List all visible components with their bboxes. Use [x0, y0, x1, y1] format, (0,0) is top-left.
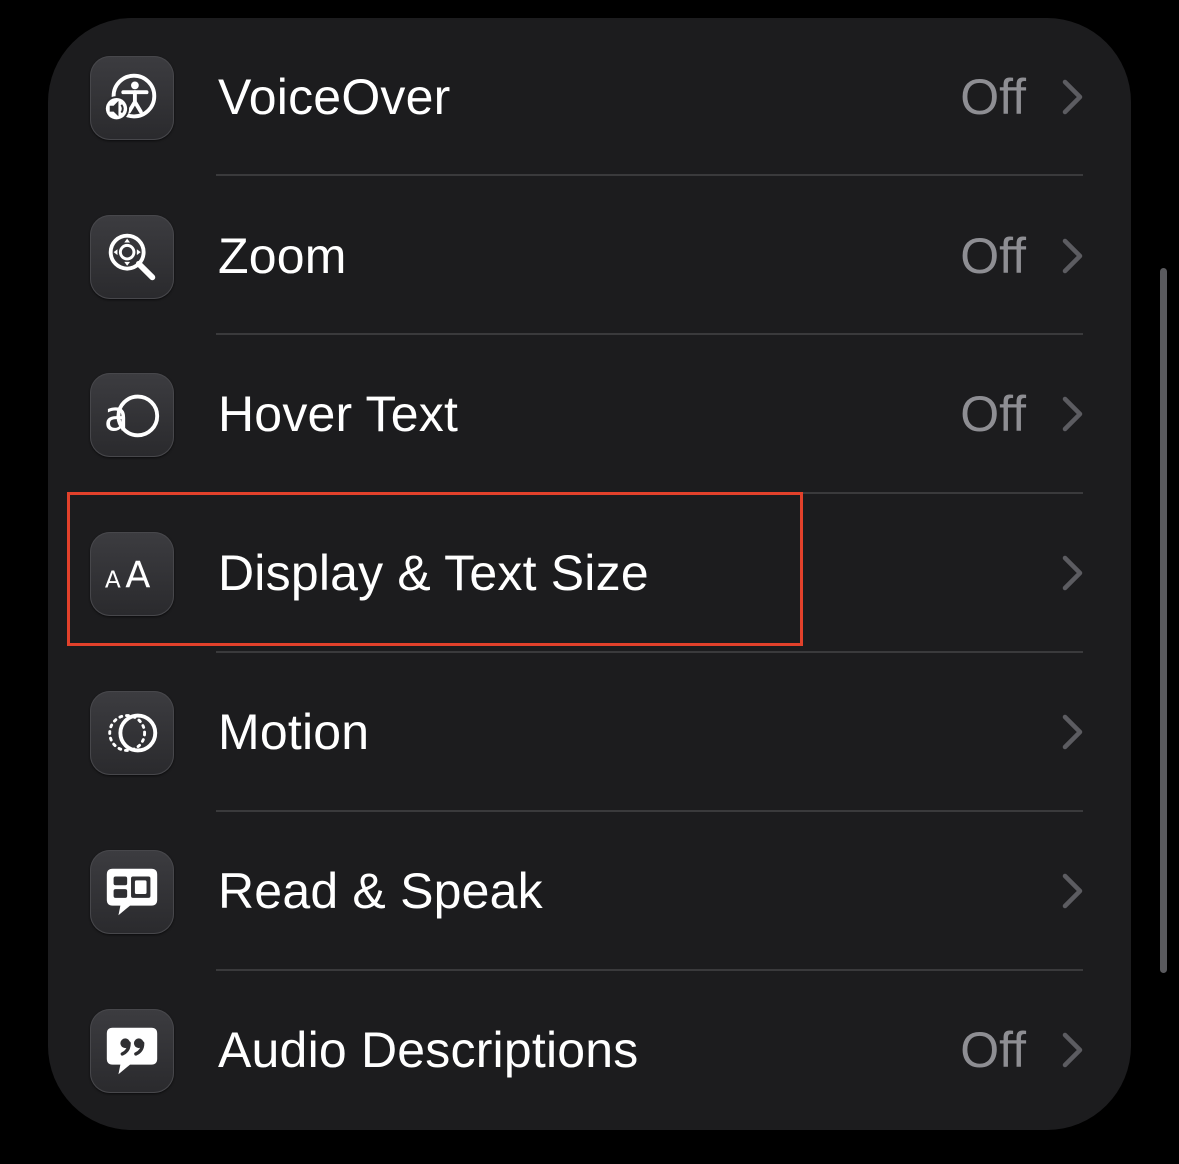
- row-separator: [216, 174, 1083, 176]
- voiceover-icon: [90, 56, 174, 140]
- voiceover-value: Off: [960, 69, 1026, 125]
- accessibility-settings-group: VoiceOver Off Zoom Off a Hover Text Off …: [48, 18, 1131, 1130]
- row-motion[interactable]: Motion: [48, 653, 1131, 811]
- chevron-right-icon: [1062, 79, 1083, 115]
- audio-descriptions-value: Off: [960, 1022, 1026, 1078]
- hover-text-icon: a: [90, 373, 174, 457]
- chevron-right-icon: [1062, 1032, 1083, 1068]
- audio-descriptions-label: Audio Descriptions: [218, 1022, 639, 1078]
- row-hover-text[interactable]: a Hover Text Off: [48, 335, 1131, 493]
- row-voiceover[interactable]: VoiceOver Off: [48, 18, 1131, 176]
- audio-descriptions-icon: [90, 1009, 174, 1093]
- row-audio-descriptions[interactable]: Audio Descriptions Off: [48, 971, 1131, 1129]
- chevron-right-icon: [1062, 555, 1083, 591]
- scrollbar[interactable]: [1160, 268, 1167, 973]
- hover-text-label: Hover Text: [218, 386, 459, 442]
- chevron-right-icon: [1062, 238, 1083, 274]
- svg-text:A: A: [125, 554, 150, 597]
- row-display-text-size[interactable]: A A Display & Text Size: [48, 494, 1131, 652]
- hover-text-value: Off: [960, 386, 1026, 442]
- zoom-icon: [90, 215, 174, 299]
- read-speak-label: Read & Speak: [218, 863, 543, 919]
- read-speak-icon: [90, 850, 174, 934]
- zoom-label: Zoom: [218, 228, 347, 284]
- motion-icon: [90, 691, 174, 775]
- chevron-right-icon: [1062, 714, 1083, 750]
- svg-text:a: a: [104, 393, 129, 441]
- chevron-right-icon: [1062, 396, 1083, 432]
- voiceover-label: VoiceOver: [218, 69, 451, 125]
- row-read-speak[interactable]: Read & Speak: [48, 812, 1131, 970]
- display-text-size-label: Display & Text Size: [218, 545, 649, 601]
- zoom-value: Off: [960, 228, 1026, 284]
- row-zoom[interactable]: Zoom Off: [48, 177, 1131, 335]
- chevron-right-icon: [1062, 873, 1083, 909]
- display-text-size-icon: A A: [90, 532, 174, 616]
- svg-text:A: A: [105, 567, 121, 594]
- motion-label: Motion: [218, 704, 370, 760]
